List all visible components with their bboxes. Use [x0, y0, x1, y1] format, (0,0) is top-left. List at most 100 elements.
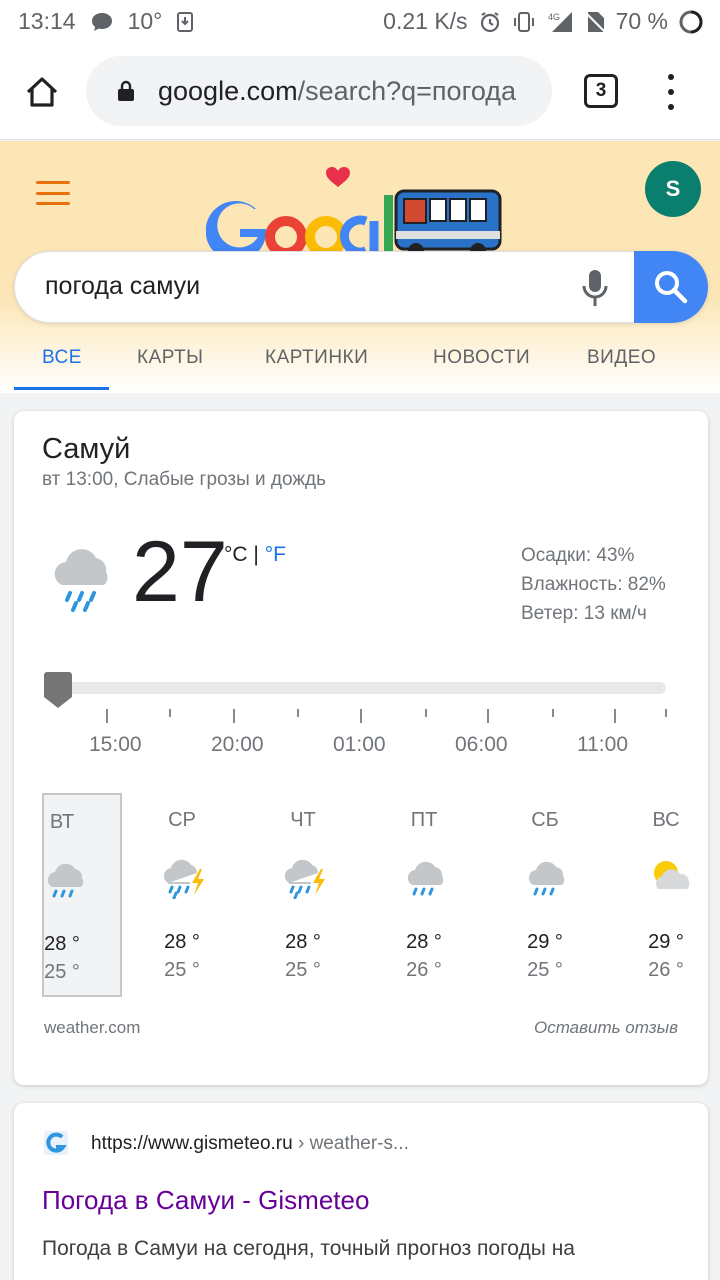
slider-tick [665, 709, 667, 717]
home-icon[interactable] [24, 74, 60, 110]
vibrate-icon [513, 11, 534, 32]
day-name: ВС [652, 809, 680, 831]
slider-tick [552, 709, 554, 717]
forecast-day-sat[interactable]: СБ 29 ° 25 ° [505, 793, 585, 997]
day-low: 25 ° [285, 959, 321, 981]
thunderstorm-icon [284, 859, 325, 899]
result-snippet: Погода в Самуи на сегодня, точный прогно… [42, 1237, 575, 1260]
status-temp: 10° [127, 8, 163, 34]
hourly-slider-handle[interactable] [44, 672, 72, 708]
forecast-day-wed[interactable]: СР 28 ° 25 ° [142, 793, 222, 997]
no-sim-icon [583, 10, 606, 33]
result-title-link[interactable]: Погода в Самуи - Gismeteo [42, 1185, 369, 1216]
thunderstorm-icon [163, 859, 204, 899]
wind-text: Ветер: 13 км/ч [521, 603, 647, 624]
active-tab-indicator [14, 387, 109, 390]
slider-tick [425, 709, 427, 717]
slider-tick [487, 709, 489, 723]
forecast-day-fri[interactable]: ПТ 28 ° 26 ° [384, 793, 464, 997]
weather-card: Самуй вт 13:00, Слабые грозы и дождь 27 … [14, 411, 708, 1085]
unit-fahrenheit[interactable]: °F [265, 543, 286, 566]
feedback-link[interactable]: Оставить отзыв [534, 1018, 678, 1038]
tab-news[interactable]: НОВОСТИ [433, 347, 530, 369]
status-time: 13:14 [18, 8, 76, 34]
partly-cloudy-icon [654, 861, 690, 889]
unit-separator: | [247, 543, 265, 566]
tab-images[interactable]: КАРТИНКИ [265, 347, 368, 369]
tab-video[interactable]: ВИДЕО [587, 347, 656, 369]
precipitation-text: Осадки: 43% [521, 545, 635, 566]
chat-notification-icon [91, 12, 112, 31]
tab-all[interactable]: ВСЕ [42, 347, 82, 369]
slider-tick [169, 709, 171, 717]
time-label: 06:00 [455, 733, 508, 756]
forecast-day-thu[interactable]: ЧТ 28 ° 25 ° [263, 793, 343, 997]
search-button[interactable] [634, 251, 708, 323]
day-low: 25 ° [527, 959, 563, 981]
hourly-slider-track[interactable] [54, 682, 666, 694]
status-bar: 13:14 10° 0.21 K/s 4G 70 % [0, 0, 720, 44]
browser-toolbar: google.com/search?q=погода 3 [0, 44, 720, 140]
day-name: ЧТ [290, 809, 316, 831]
search-result: https://www.gismeteo.ru › weather-s... П… [14, 1103, 708, 1280]
search-query[interactable]: погода самуи [45, 272, 200, 301]
search-tabs: ВСЕ КАРТЫ КАРТИНКИ НОВОСТИ ВИДЕО [0, 331, 720, 393]
humidity-text: Влажность: 82% [521, 574, 666, 595]
slider-tick [106, 709, 108, 723]
lock-icon [118, 80, 134, 101]
weather-source-link[interactable]: weather.com [44, 1018, 140, 1038]
google-header: S погода самуи ВСЕ КАРТЫ КАРТИНКИ НОВОСТ… [0, 141, 720, 393]
day-high: 29 ° [527, 931, 563, 953]
unit-celsius[interactable]: °C [224, 543, 248, 566]
unit-toggle: °C | °F [224, 543, 286, 567]
url-path: /search?q=погода [297, 76, 517, 106]
day-name: СР [168, 809, 196, 831]
browser-menu-icon[interactable] [662, 74, 680, 110]
day-low: 25 ° [44, 961, 80, 983]
account-avatar[interactable]: S [645, 161, 701, 217]
microphone-icon[interactable] [581, 268, 609, 308]
rain-cloud-icon [407, 861, 444, 896]
rain-cloud-icon [528, 861, 565, 896]
search-icon [655, 271, 688, 304]
day-high: 29 ° [648, 931, 684, 953]
search-box[interactable]: погода самуи [14, 251, 708, 323]
network-label: 4G [548, 12, 560, 22]
alarm-icon [480, 11, 499, 32]
address-bar[interactable]: google.com/search?q=погода [86, 56, 552, 126]
slider-tick [233, 709, 235, 723]
time-label: 20:00 [211, 733, 264, 756]
gismeteo-favicon-icon [44, 1131, 68, 1155]
tab-maps[interactable]: КАРТЫ [137, 347, 204, 369]
day-high: 28 ° [406, 931, 442, 953]
slider-tick [614, 709, 616, 723]
day-high: 28 ° [44, 933, 80, 955]
current-temperature: 27 [132, 524, 228, 620]
day-high: 28 ° [164, 931, 200, 953]
day-name: ПТ [410, 809, 438, 831]
result-domain: https://www.gismeteo.ru [91, 1133, 293, 1154]
day-low: 26 ° [648, 959, 684, 981]
time-label: 01:00 [333, 733, 386, 756]
weather-city: Самуй [42, 433, 131, 465]
day-low: 26 ° [406, 959, 442, 981]
day-low: 25 ° [164, 959, 200, 981]
day-high: 28 ° [285, 931, 321, 953]
forecast-day-sun[interactable]: ВС 29 ° 26 ° [626, 793, 706, 997]
hamburger-menu-icon[interactable] [36, 181, 70, 205]
signal-4g-icon: 4G [548, 11, 572, 32]
tab-switcher-button[interactable]: 3 [584, 74, 618, 108]
weather-subtitle: вт 13:00, Слабые грозы и дождь [42, 469, 327, 490]
url-text: google.com/search?q=погода [158, 76, 538, 107]
battery-icon [679, 10, 703, 33]
result-path: › weather-s... [292, 1133, 409, 1154]
url-domain: google.com [158, 76, 298, 106]
rain-cloud-icon [54, 549, 108, 612]
result-url[interactable]: https://www.gismeteo.ru › weather-s... [91, 1133, 409, 1155]
forecast-day-tue[interactable]: ВТ 28 ° 25 ° [42, 793, 122, 997]
download-notification-icon [177, 11, 194, 32]
weather-details: Осадки: 43% Влажность: 82% Ветер: 13 км/… [521, 541, 666, 628]
day-name: ВТ [49, 811, 75, 833]
day-name: СБ [531, 809, 559, 831]
rain-cloud-icon [47, 863, 84, 898]
